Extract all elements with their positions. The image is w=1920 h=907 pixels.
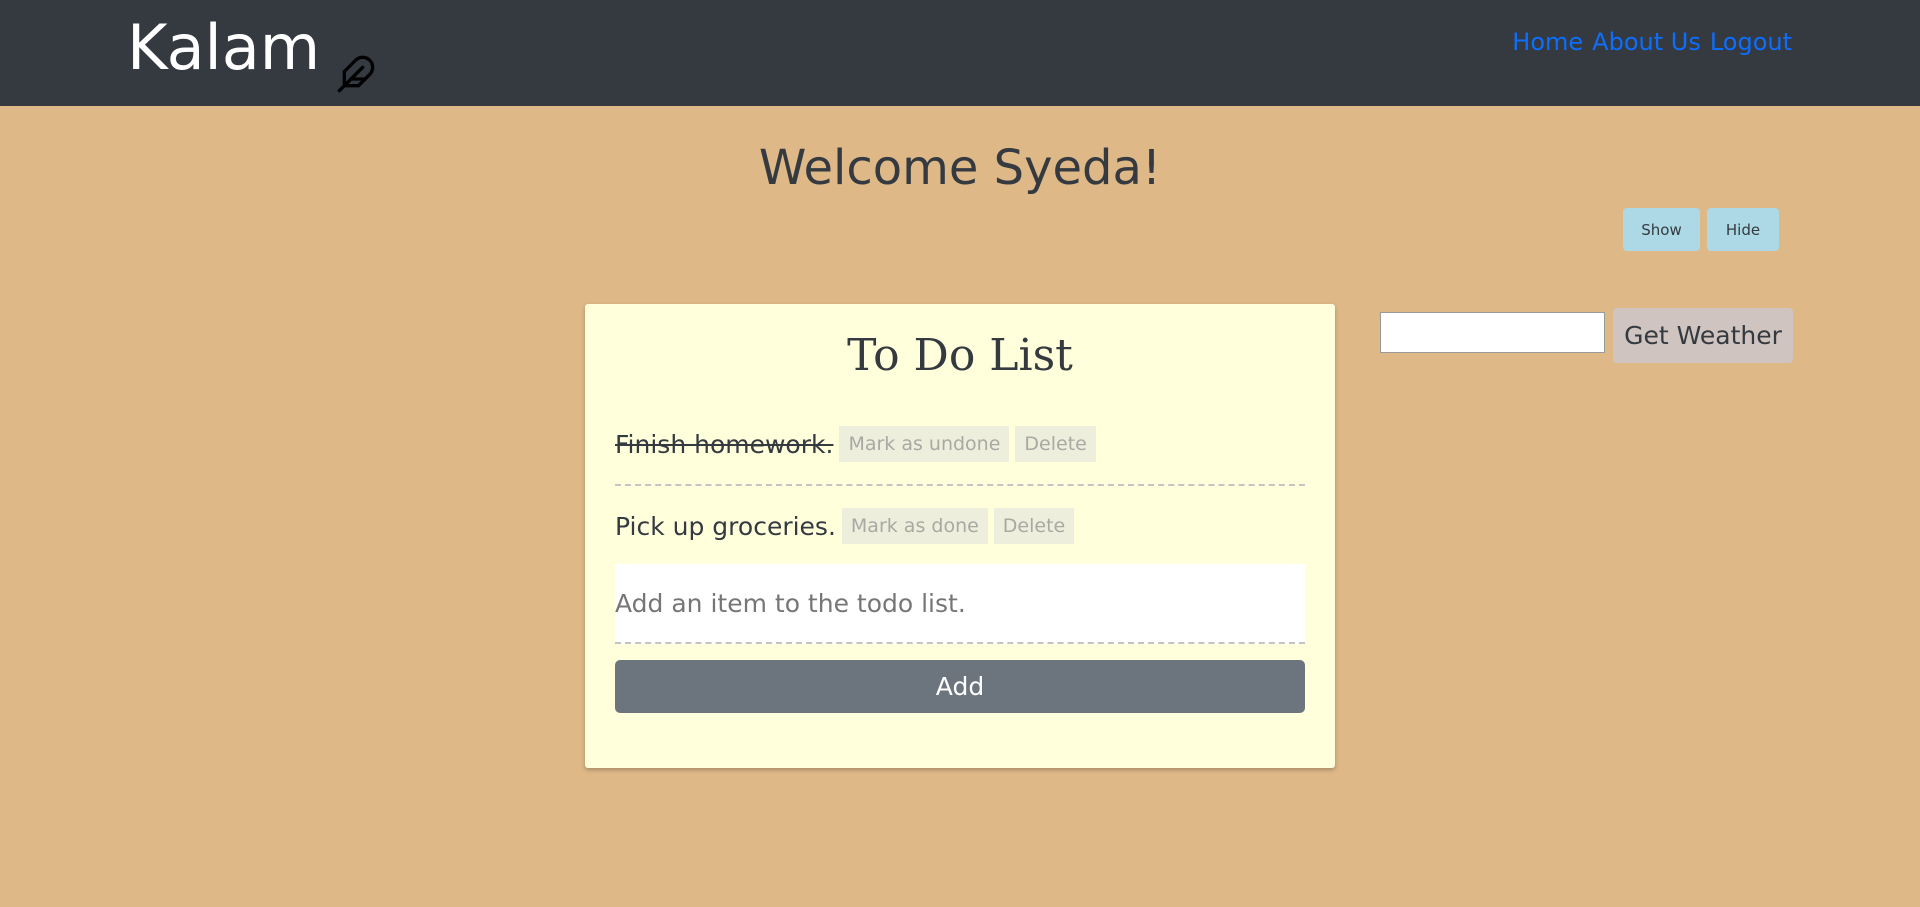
brand[interactable]: Kalam [127,8,376,93]
add-button[interactable]: Add [615,660,1305,713]
mark-undone-button[interactable]: Mark as undone [839,426,1010,462]
nav-link-logout[interactable]: Logout [1710,26,1792,58]
delete-button[interactable]: Delete [993,508,1075,544]
show-button[interactable]: Show [1623,208,1700,251]
todo-title: To Do List [847,330,1073,381]
add-item-input[interactable] [615,564,1305,644]
nav-link-about-us[interactable]: About Us [1592,26,1701,58]
hide-button[interactable]: Hide [1707,208,1779,251]
todo-item: Finish homework. Mark as undone Delete [615,404,1305,486]
nav-link-home[interactable]: Home [1512,26,1583,58]
feather-icon [336,33,376,93]
weather-city-input[interactable] [1380,312,1605,353]
todo-item: Pick up groceries. Mark as done Delete [615,486,1305,568]
brand-name: Kalam [127,11,321,84]
toggle-buttons: Show Hide [1623,208,1779,251]
mark-done-button[interactable]: Mark as done [841,508,988,544]
todo-item-text: Finish homework. [615,429,834,459]
navbar: Kalam Home About Us Logout [0,0,1920,106]
welcome-heading: Welcome Syeda! [758,140,1162,196]
nav-links: Home About Us Logout [1512,26,1792,58]
get-weather-button[interactable]: Get Weather [1613,308,1793,363]
todo-item-text: Pick up groceries. [615,511,836,541]
todo-card: To Do List Finish homework. Mark as undo… [585,304,1335,768]
delete-button[interactable]: Delete [1015,426,1096,462]
